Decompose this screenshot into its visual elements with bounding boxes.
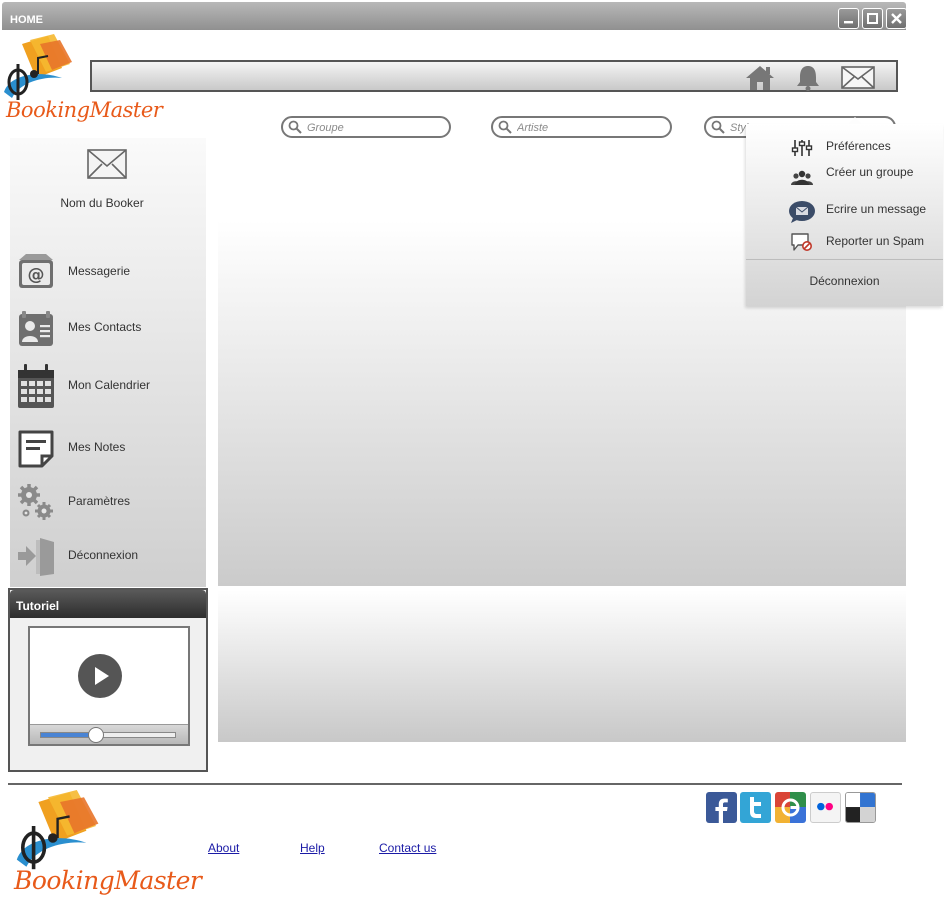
close-icon: [891, 13, 902, 24]
brand-wordmark: BookingMaster: [6, 98, 163, 122]
music-notes-logo-icon: [4, 34, 72, 100]
bell-icon[interactable]: [792, 63, 824, 91]
sliders-icon: [791, 140, 813, 156]
window-title: HOME: [10, 14, 43, 26]
logout-door-icon: [18, 538, 54, 576]
delicious-icon[interactable]: [845, 792, 876, 823]
footer-link-about[interactable]: About: [208, 841, 239, 855]
tutorial-widget: Tutoriel: [8, 588, 208, 772]
sidebar-item-label: Mon Calendrier: [68, 378, 151, 392]
menu-item-label: Créer un groupe: [826, 165, 914, 179]
twitter-icon[interactable]: [740, 792, 771, 823]
sidebar-item-notes[interactable]: Mes Notes: [16, 428, 206, 472]
footer-link-help[interactable]: Help: [300, 841, 325, 855]
search-icon: [288, 120, 302, 134]
menu-item-label: Préférences: [826, 139, 891, 153]
menu-item-preferences[interactable]: Préférences: [746, 136, 943, 160]
maximize-button[interactable]: [862, 8, 883, 29]
minimize-button[interactable]: [838, 8, 859, 29]
note-icon: [18, 430, 54, 468]
booker-name: Nom du Booker: [60, 196, 144, 210]
search-icon: [711, 120, 725, 134]
tutorial-header: Tutoriel: [10, 590, 206, 618]
sidebar-item-label: Messagerie: [68, 264, 131, 278]
envelope-icon[interactable]: [840, 63, 876, 91]
envelope-dropdown-menu: Préférences Créer un groupe Ecrire un me…: [746, 117, 943, 306]
sidebar-item-label: Mes Contacts: [68, 320, 142, 334]
envelope-icon[interactable]: [87, 148, 127, 180]
footer-divider: [8, 783, 902, 785]
sidebar-item-parametres[interactable]: Paramètres: [16, 482, 206, 526]
footer-link-contact[interactable]: Contact us: [379, 841, 436, 855]
minimize-icon: [844, 21, 853, 24]
sidebar-item-label: Mes Notes: [68, 440, 126, 454]
video-progress-track[interactable]: [40, 732, 176, 738]
menu-item-ecrire-message[interactable]: Ecrire un message: [746, 198, 943, 223]
video-progress-handle[interactable]: [88, 727, 105, 743]
sidebar-item-messagerie[interactable]: @ Messagerie: [16, 252, 206, 296]
menu-item-reporter-spam[interactable]: Reporter un Spam: [746, 230, 943, 254]
groupe-search: [281, 116, 451, 138]
spam-report-icon: [791, 233, 812, 251]
maximize-icon: [867, 13, 878, 24]
artiste-search: [491, 116, 672, 138]
menu-item-label: Ecrire un message: [826, 202, 927, 216]
footer-brand-logo[interactable]: BookingMaster: [0, 790, 214, 898]
window-titlebar: HOME: [2, 2, 907, 30]
app-window: HOME BookingMaster Groupe Artiste Style …: [0, 0, 944, 898]
google-icon[interactable]: [775, 792, 806, 823]
home-icon[interactable]: [744, 63, 776, 91]
music-notes-logo-icon: [16, 790, 99, 870]
flickr-icon[interactable]: [810, 792, 841, 823]
brand-wordmark: BookingMaster: [14, 866, 202, 895]
sidebar-item-label: Paramètres: [68, 494, 131, 508]
facebook-icon[interactable]: [706, 792, 737, 823]
dropdown-caret: [848, 117, 862, 124]
top-toolbar: [90, 60, 898, 92]
secondary-content-panel: [218, 590, 906, 742]
svg-text:@: @: [28, 265, 45, 285]
message-bubble-icon: [789, 201, 815, 223]
close-button[interactable]: [886, 8, 907, 29]
contact-card-icon: [19, 311, 53, 346]
menu-item-deconnexion[interactable]: Déconnexion: [746, 274, 943, 288]
menu-divider: [746, 259, 943, 260]
sidebar-item-label: Déconnexion: [68, 548, 139, 562]
video-player: [28, 626, 190, 746]
groupe-search-input[interactable]: [307, 120, 439, 135]
sidebar-item-deconnexion[interactable]: Déconnexion: [16, 536, 206, 580]
tutorial-title: Tutoriel: [16, 599, 60, 613]
search-icon: [498, 120, 512, 134]
at-mail-icon: @: [19, 254, 53, 288]
calendar-icon: [18, 364, 54, 408]
sidebar-item-calendrier[interactable]: Mon Calendrier: [16, 364, 206, 408]
sidebar: Nom du Booker @ Messagerie Mes Contacts …: [10, 138, 206, 587]
video-controls: [30, 724, 188, 744]
artiste-search-input[interactable]: [517, 120, 660, 135]
menu-item-label: Reporter un Spam: [826, 234, 925, 248]
sidebar-item-contacts[interactable]: Mes Contacts: [16, 308, 206, 352]
gears-icon: [18, 484, 53, 520]
play-button[interactable]: [78, 654, 122, 698]
menu-item-creer-groupe[interactable]: Créer un groupe: [746, 162, 943, 186]
group-icon: [791, 170, 813, 185]
